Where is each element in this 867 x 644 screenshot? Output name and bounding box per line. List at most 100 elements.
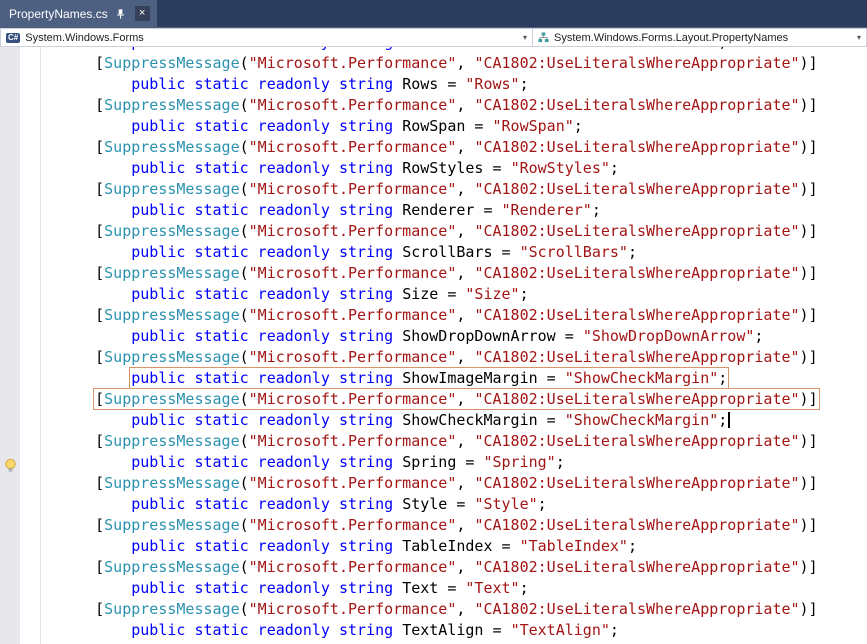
document-tab[interactable]: PropertyNames.cs × (0, 0, 157, 27)
chevron-down-icon[interactable]: ▾ (523, 33, 527, 42)
code-token: public static readonly string (131, 327, 394, 345)
code-line[interactable]: public static readonly string Renderer =… (59, 200, 867, 221)
code-token: ; (627, 243, 637, 261)
code-editor[interactable]: public static readonly string RowHeaderS… (0, 47, 867, 644)
code-token: ( (239, 264, 249, 282)
code-line[interactable]: public static readonly string Style = "S… (59, 494, 867, 515)
code-line[interactable]: public static readonly string ShowDropDo… (59, 326, 867, 347)
project-dropdown[interactable]: C# System.Windows.Forms ▾ (0, 28, 533, 47)
member-dropdown[interactable]: System.Windows.Forms.Layout.PropertyName… (533, 28, 867, 47)
edit-highlight-box: [SuppressMessage("Microsoft.Performance"… (93, 388, 820, 410)
code-token: public static readonly string (131, 285, 394, 303)
code-token: = (438, 75, 466, 93)
code-token: [ (95, 180, 105, 198)
code-line[interactable]: public static readonly string RowSpan = … (59, 116, 867, 137)
code-token: "CA1802:UseLiteralsWhereAppropriate" (474, 222, 800, 240)
code-line[interactable]: public static readonly string ScrollBars… (59, 242, 867, 263)
pin-icon[interactable] (115, 8, 126, 20)
code-line[interactable]: public static readonly string Size = "Si… (59, 284, 867, 305)
code-line[interactable]: public static readonly string Rows = "Ro… (59, 74, 867, 95)
code-line[interactable]: [SuppressMessage("Microsoft.Performance"… (59, 431, 867, 452)
code-token: "Microsoft.Performance" (248, 558, 457, 576)
code-line[interactable]: public static readonly string ShowImageM… (59, 367, 867, 389)
close-icon[interactable]: × (134, 6, 150, 21)
code-token: ( (239, 600, 249, 618)
code-token: ; (718, 411, 728, 429)
code-line[interactable]: [SuppressMessage("Microsoft.Performance"… (59, 515, 867, 536)
code-token: = (492, 537, 520, 555)
quick-actions-lightbulb-icon[interactable] (3, 458, 18, 473)
code-line[interactable]: [SuppressMessage("Microsoft.Performance"… (59, 388, 867, 410)
code-line[interactable]: [SuppressMessage("Microsoft.Performance"… (59, 179, 867, 200)
code-token: "Microsoft.Performance" (248, 222, 457, 240)
code-token: "Microsoft.Performance" (248, 348, 457, 366)
code-token: , (456, 138, 475, 156)
code-token: SuppressMessage (104, 222, 240, 240)
code-line[interactable]: [SuppressMessage("Microsoft.Performance"… (59, 53, 867, 74)
code-token: "Spring" (483, 453, 556, 471)
code-line[interactable]: [SuppressMessage("Microsoft.Performance"… (59, 95, 867, 116)
code-line[interactable]: public static readonly string ShowCheckM… (59, 410, 867, 431)
code-line[interactable]: public static readonly string Text = "Te… (59, 578, 867, 599)
code-line[interactable]: [SuppressMessage("Microsoft.Performance"… (59, 473, 867, 494)
code-token: RowSpan (402, 117, 466, 135)
code-line[interactable]: [SuppressMessage("Microsoft.Performance"… (59, 263, 867, 284)
code-line[interactable]: [SuppressMessage("Microsoft.Performance"… (59, 347, 867, 368)
code-token: SuppressMessage (104, 516, 240, 534)
code-token: "ShowCheckMargin" (564, 369, 719, 387)
code-line[interactable]: [SuppressMessage("Microsoft.Performance"… (59, 305, 867, 326)
code-line[interactable]: [SuppressMessage("Microsoft.Performance"… (59, 221, 867, 242)
chevron-down-icon[interactable]: ▾ (857, 33, 861, 42)
code-token: , (456, 96, 475, 114)
code-token: , (456, 474, 475, 492)
code-token: SuppressMessage (104, 54, 240, 72)
code-line[interactable]: public static readonly string TableIndex… (59, 536, 867, 557)
code-line-content: [SuppressMessage("Microsoft.Performance"… (95, 222, 817, 240)
code-token: ( (239, 516, 249, 534)
code-line-content: [SuppressMessage("Microsoft.Performance"… (95, 54, 817, 72)
code-token: , (456, 348, 475, 366)
code-token: "CA1802:UseLiteralsWhereAppropriate" (474, 390, 800, 408)
code-line[interactable]: [SuppressMessage("Microsoft.Performance"… (59, 557, 867, 578)
code-line-content: public static readonly string Text = "Te… (131, 579, 528, 597)
code-line-content: [SuppressMessage("Microsoft.Performance"… (95, 348, 817, 366)
code-line[interactable]: public static readonly string TextAlign … (59, 620, 867, 641)
code-line[interactable]: [SuppressMessage("Microsoft.Performance"… (59, 599, 867, 620)
code-token: = (555, 327, 583, 345)
code-line-content: [SuppressMessage("Microsoft.Performance"… (95, 306, 817, 324)
code-token: ( (239, 558, 249, 576)
code-token: TableIndex (402, 537, 493, 555)
code-token: Renderer (402, 201, 475, 219)
code-token: Rows (402, 75, 439, 93)
code-line[interactable]: public static readonly string Spring = "… (59, 452, 867, 473)
code-token: public static readonly string (131, 201, 394, 219)
tab-bar: PropertyNames.cs × (0, 0, 867, 28)
code-token: [ (95, 222, 105, 240)
code-line[interactable]: [SuppressMessage("Microsoft.Performance"… (59, 137, 867, 158)
code-token: ( (239, 54, 249, 72)
code-token: "Renderer" (501, 201, 592, 219)
code-token: "CA1802:UseLiteralsWhereAppropriate" (474, 180, 800, 198)
code-token: ShowCheckMargin (402, 411, 538, 429)
code-token: "CA1802:UseLiteralsWhereAppropriate" (474, 264, 800, 282)
code-line-content: [SuppressMessage("Microsoft.Performance"… (95, 264, 817, 282)
code-line[interactable]: public static readonly string RowStyles … (59, 158, 867, 179)
